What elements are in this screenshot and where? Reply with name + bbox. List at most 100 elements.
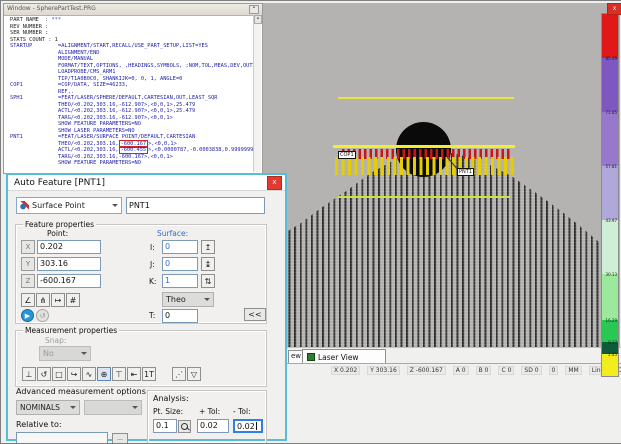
laser-view-tab-label: Laser View	[318, 353, 359, 362]
offset-left-icon[interactable]: ⇤	[127, 367, 141, 381]
editor-scrollbar[interactable]: •	[253, 15, 261, 172]
program-code-area[interactable]: PART NAME : ***REV NUMBER :SER NUMBER :S…	[4, 15, 254, 173]
surface-vector-flip-icon[interactable]: ↥	[201, 240, 215, 254]
edit-window-menu-icon[interactable]: •	[249, 5, 259, 14]
color-scale-tick: 71.65	[606, 111, 617, 115]
minus-tol-label: - Tol:	[233, 407, 251, 416]
pnt1-feature-label[interactable]: PNT1	[457, 168, 474, 176]
point-sequence-icon[interactable]: ⋰	[172, 367, 186, 381]
cop1-feature-label[interactable]: COP1	[338, 151, 356, 159]
browse-button[interactable]: ...	[112, 433, 128, 444]
color-scale-tick: 30.13	[606, 273, 617, 277]
color-scale-tick: 43.97	[606, 219, 617, 223]
chevron-down-icon	[112, 204, 118, 210]
feature-type-value: Surface Point	[32, 201, 85, 210]
minus-tol-field[interactable]: 0.02	[233, 419, 263, 433]
scan-points-band	[335, 157, 517, 175]
edit-window: Window - SpherePartTest.PRG • PART NAME …	[3, 3, 263, 174]
status-field: Y 303.16	[367, 366, 400, 375]
rotate-icon[interactable]: ↺	[37, 367, 51, 381]
duration-icon[interactable]: 1T	[142, 367, 156, 381]
x-axis-button[interactable]: X	[21, 240, 35, 254]
status-field: MM	[565, 366, 581, 375]
feature-properties-group: Feature properties Point: Surface: X 0.2…	[16, 225, 266, 323]
dialog-close-icon[interactable]: x	[267, 176, 282, 190]
tab-laser-view[interactable]: Laser View	[302, 349, 386, 364]
surface-label: Surface:	[157, 229, 188, 238]
polar-cartesian-toggle-icon[interactable]: ∠	[21, 293, 35, 307]
z-value-field[interactable]: -600.167	[37, 274, 101, 288]
analysis-legend: Analysis:	[153, 394, 189, 403]
color-scale-tick: 2.45	[608, 353, 617, 357]
close-icon[interactable]: x	[607, 3, 621, 15]
t-label: T:	[149, 311, 155, 320]
color-scale-tick: 16.29	[606, 319, 617, 323]
status-field: A 0	[453, 366, 469, 375]
status-bar: X 0.202Y 303.16Z -600.167A 0B 0C 0SD 00M…	[261, 363, 621, 376]
box-region-icon[interactable]: □	[52, 367, 66, 381]
vector-align-icon[interactable]: ⇅	[201, 274, 215, 288]
feature-name-input[interactable]: PNT1	[126, 197, 265, 214]
k-label: K:	[149, 277, 156, 286]
status-field: B 0	[476, 366, 492, 375]
collapse-button[interactable]: <<	[244, 308, 266, 321]
scrollbar-up-icon[interactable]: •	[254, 15, 262, 24]
measure-now-button[interactable]: ▶	[21, 309, 34, 322]
laser-view-canvas[interactable]: COP1 PNT1	[261, 3, 620, 347]
t-value-field[interactable]: 0	[162, 309, 198, 323]
magnifier-icon[interactable]	[178, 420, 191, 433]
color-scale-tick: 8.37	[608, 341, 617, 345]
scan-path-icon[interactable]: ∿	[82, 367, 96, 381]
pt-size-label: Pt. Size:	[153, 407, 183, 416]
color-scale-tick: 57.81	[606, 165, 617, 169]
edit-window-title: Window - SpherePartTest.PRG	[7, 5, 96, 15]
feature-type-dropdown[interactable]: Surface Point	[16, 197, 122, 214]
analysis-group: Analysis: Pt. Size: + Tol: - Tol: 0.1 0.…	[148, 391, 266, 443]
point-offset-icon[interactable]: ↦	[51, 293, 65, 307]
laser-line-lower	[338, 196, 510, 198]
toolbar-spacer	[157, 367, 171, 381]
j-label: J:	[150, 260, 155, 269]
y-axis-button[interactable]: Y	[21, 257, 35, 271]
text-caret	[256, 422, 257, 430]
find-feature-icon[interactable]: ⋔	[36, 293, 50, 307]
plus-tol-field[interactable]: 0.02	[197, 419, 229, 433]
color-scale-tick: 85.49	[606, 57, 617, 61]
point-label: Point:	[47, 229, 68, 238]
grid-icon[interactable]: #	[66, 293, 80, 307]
y-value-field[interactable]: 303.16	[37, 257, 101, 271]
dialog-titlebar[interactable]: Auto Feature [PNT1] x	[8, 175, 285, 191]
theo-mode-value: Theo	[166, 295, 186, 304]
laser-view-tab-icon	[307, 353, 315, 361]
relative-to-field[interactable]	[16, 432, 108, 444]
color-scale-segment: 43.97	[602, 166, 618, 220]
application-window: COP1 PNT1 85.49 71.65 57.81 43.97 30.13 16.29…	[0, 0, 621, 444]
reset-button[interactable]: ↺	[36, 309, 49, 322]
measurement-properties-legend: Measurement properties	[23, 326, 119, 335]
k-value-field[interactable]: 1	[162, 274, 198, 288]
relative-to-label: Relative to:	[16, 420, 62, 429]
pnt1-leader-line	[441, 151, 471, 181]
laser-line-mid	[333, 145, 515, 148]
chevron-down-icon	[132, 406, 138, 412]
probe-depth-icon[interactable]: ⊥	[22, 367, 36, 381]
theo-mode-dropdown[interactable]: Theo	[162, 292, 214, 307]
pt-size-field[interactable]: 0.1	[153, 419, 177, 433]
color-scale-segment	[602, 354, 618, 376]
snap-dropdown[interactable]: No	[39, 346, 91, 361]
level-icon[interactable]: ⊤	[112, 367, 126, 381]
x-value-field[interactable]: 0.202	[37, 240, 101, 254]
i-value-field[interactable]: 0	[162, 240, 198, 254]
j-value-field[interactable]: 0	[162, 257, 198, 271]
auto-feature-dialog: Auto Feature [PNT1] x Surface Point PNT1…	[6, 173, 287, 441]
status-field: Z -600.167	[407, 366, 446, 375]
color-scale-segment: 85.49	[602, 14, 618, 58]
redirect-icon[interactable]: ↪	[67, 367, 81, 381]
nominals-dropdown[interactable]: NOMINALS	[16, 400, 80, 415]
filter-icon[interactable]: ▽	[187, 367, 201, 381]
target-icon[interactable]: ⊕	[97, 367, 111, 381]
z-axis-button[interactable]: Z	[21, 274, 35, 288]
secondary-dropdown[interactable]	[84, 400, 142, 415]
advanced-options-section: Advanced measurement options NOMINALS Re…	[16, 389, 266, 443]
vector-updown-icon[interactable]: ↨	[201, 257, 215, 271]
